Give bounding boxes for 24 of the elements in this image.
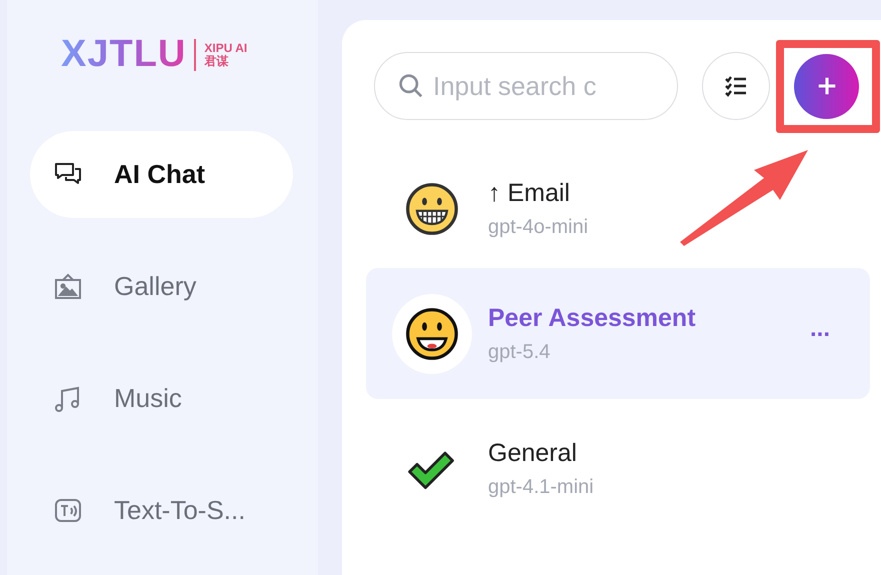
gallery-icon <box>54 272 82 300</box>
logo-subtitle: XIPU AI <box>204 42 248 54</box>
music-note-icon <box>54 384 82 412</box>
search-field[interactable]: Input search c <box>374 52 678 120</box>
sidebar-item[interactable]: Text-To-S... <box>30 467 293 554</box>
chat-title: General <box>488 438 578 468</box>
more-button[interactable]: ... <box>810 314 830 352</box>
checklist-icon <box>724 74 748 98</box>
chat-title: Peer Assessment <box>488 304 697 332</box>
search-icon <box>398 73 424 99</box>
chat-item[interactable]: Peer Assessment gpt-5.4 ... <box>366 268 870 399</box>
chat-item[interactable]: General gpt-4.1-mini <box>366 403 870 534</box>
smiling-face-icon <box>404 306 460 362</box>
model-name: gpt-4.1-mini <box>488 476 595 498</box>
logo-subtitle: 君谋 <box>204 54 230 68</box>
text-to-speech-icon <box>54 496 82 524</box>
grinning-face-icon <box>404 181 460 237</box>
model-name: gpt-5.4 <box>488 340 552 364</box>
chat-item[interactable]: ↑ Email gpt-4o-mini <box>366 154 870 264</box>
sidebar-item[interactable]: AI Chat <box>30 131 293 218</box>
chat-title: ↑ Email <box>488 179 571 208</box>
sidebar-item[interactable]: Music <box>30 355 293 442</box>
sidebar-item[interactable]: Gallery <box>30 243 293 330</box>
model-name: gpt-4o-mini <box>488 216 590 239</box>
